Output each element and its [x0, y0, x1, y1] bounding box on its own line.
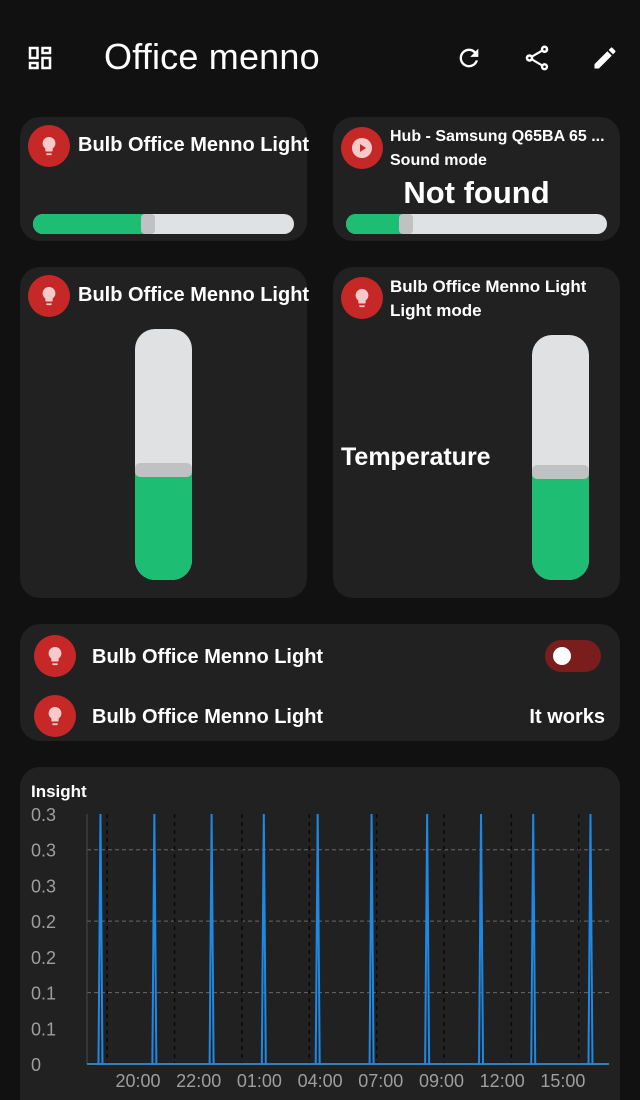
pencil-icon[interactable] [585, 38, 625, 78]
series-spike [151, 813, 158, 1065]
card-title: Bulb Office Menno Light [390, 277, 587, 296]
slider-fill [532, 472, 589, 580]
card-title: Bulb Office Menno Light [78, 134, 310, 156]
y-tick-label: 0.1 [31, 1019, 56, 1039]
mode-value: Temperature [341, 443, 491, 471]
series-spike [530, 813, 537, 1065]
list-item-label: Bulb Office Menno Light [92, 646, 324, 668]
entities-card: Bulb Office Menno Light Bulb Office Menn… [20, 624, 620, 741]
slider-thumb[interactable] [141, 214, 155, 234]
card-subtitle: Light mode [390, 301, 482, 320]
toggle-knob [553, 647, 571, 665]
brightness-slider[interactable] [33, 214, 294, 234]
brightness-vertical-slider[interactable] [135, 329, 192, 580]
lightbulb-icon [28, 125, 70, 167]
status-value: Not found [403, 175, 550, 210]
series-spike [424, 813, 431, 1065]
x-tick-label: 04:00 [298, 1071, 343, 1091]
y-tick-label: 0.3 [31, 841, 56, 861]
y-tick-label: 0.2 [31, 912, 56, 932]
slider-thumb[interactable] [135, 463, 192, 477]
play-icon [341, 127, 383, 169]
x-tick-label: 07:00 [358, 1071, 403, 1091]
page-title: Office menno [104, 36, 320, 77]
status-value: It works [529, 706, 605, 728]
y-tick-label: 0.3 [31, 876, 56, 896]
x-tick-label: 20:00 [115, 1071, 160, 1091]
series-spike [478, 813, 485, 1065]
y-tick-label: 0.2 [31, 948, 56, 968]
y-tick-label: 0.1 [31, 984, 56, 1004]
card-title: Bulb Office Menno Light [78, 284, 310, 306]
light-toggle[interactable] [545, 640, 601, 672]
y-tick-label: 0 [31, 1055, 41, 1075]
slider-fill [135, 470, 192, 580]
series-spike [260, 813, 267, 1065]
y-tick-label: 0.3 [31, 805, 56, 825]
lightbulb-icon [341, 277, 383, 319]
slider-thumb[interactable] [532, 465, 589, 479]
x-tick-label: 12:00 [480, 1071, 525, 1091]
bulb-temperature-card[interactable]: Bulb Office Menno Light Light mode Tempe… [333, 267, 620, 598]
temperature-vertical-slider[interactable] [532, 335, 589, 580]
lightbulb-icon [34, 695, 76, 737]
series-spike [97, 813, 104, 1065]
series-spike [208, 813, 215, 1065]
card-title: Hub - Samsung Q65BA 65 ... [390, 128, 605, 145]
x-tick-label: 01:00 [237, 1071, 282, 1091]
share-icon[interactable] [517, 38, 557, 78]
x-tick-label: 15:00 [540, 1071, 585, 1091]
insight-chart-card: Insight 0.3 0.3 0.3 0.2 0.2 0.1 0.1 0 20:00 22:00… [20, 767, 620, 1100]
hub-card[interactable]: Hub - Samsung Q65BA 65 ... Sound mode No… [333, 117, 620, 241]
bulb-vertical-card[interactable]: Bulb Office Menno Light [20, 267, 310, 598]
insight-chart: Insight 0.3 0.3 0.3 0.2 0.2 0.1 0.1 0 20:00 22:00… [31, 782, 609, 1091]
series-spike [314, 813, 321, 1065]
series-spike [368, 813, 375, 1065]
chart-title: Insight [31, 782, 87, 801]
app-header: Office menno [0, 0, 640, 115]
volume-slider[interactable] [346, 214, 607, 234]
series-spike [587, 813, 594, 1065]
list-item-label: Bulb Office Menno Light [92, 706, 324, 728]
card-subtitle: Sound mode [390, 152, 487, 169]
slider-thumb[interactable] [399, 214, 413, 234]
bulb-slider-card[interactable]: Bulb Office Menno Light [20, 117, 310, 241]
x-tick-label: 09:00 [419, 1071, 464, 1091]
slider-fill [346, 214, 406, 234]
list-item[interactable]: Bulb Office Menno Light [20, 624, 620, 684]
lightbulb-icon [28, 275, 70, 317]
list-item[interactable]: Bulb Office Menno Light It works [20, 684, 620, 741]
dashboard-icon[interactable] [20, 38, 60, 78]
refresh-icon[interactable] [449, 38, 489, 78]
slider-fill [33, 214, 148, 234]
x-tick-label: 22:00 [176, 1071, 221, 1091]
lightbulb-icon [34, 635, 76, 677]
